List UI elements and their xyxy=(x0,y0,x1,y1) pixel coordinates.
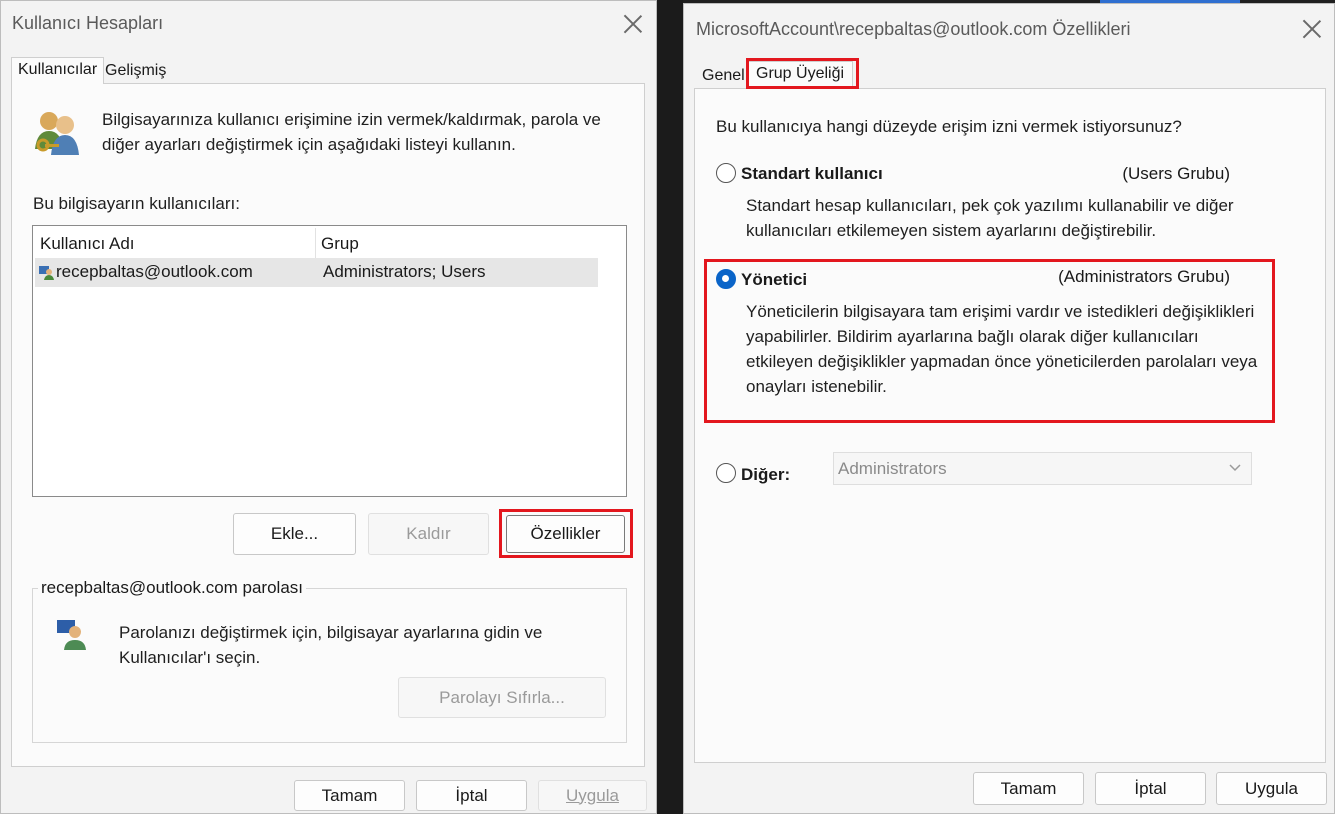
standard-user-radio[interactable] xyxy=(716,163,736,183)
cancel-button[interactable]: İptal xyxy=(1095,772,1206,805)
standard-user-group: (Users Grubu) xyxy=(1122,164,1230,183)
add-button[interactable]: Ekle... xyxy=(233,513,356,555)
administrator-highlight-box xyxy=(704,259,1275,423)
other-group-value: Administrators xyxy=(838,459,947,478)
account-properties-dialog: MicrosoftAccount\recepbaltas@outlook.com… xyxy=(683,3,1335,814)
chevron-down-icon xyxy=(1228,460,1242,474)
dialog-title: Kullanıcı Hesapları xyxy=(12,13,164,33)
reset-password-button[interactable]: Parolayı Sıfırla... xyxy=(398,677,606,718)
other-radio[interactable] xyxy=(716,463,736,483)
tab-general[interactable]: Genel xyxy=(702,67,745,85)
other-group-select[interactable]: Administrators xyxy=(833,452,1252,485)
remove-button[interactable]: Kaldır xyxy=(368,513,489,555)
ok-button[interactable]: Tamam xyxy=(294,780,405,811)
ok-button[interactable]: Tamam xyxy=(973,772,1084,805)
dialog-title: MicrosoftAccount\recepbaltas@outlook.com… xyxy=(696,19,1131,39)
users-label: Bu bilgisayarın kullanıcıları: xyxy=(33,194,240,213)
cancel-button[interactable]: İptal xyxy=(416,780,527,811)
other-label[interactable]: Diğer: xyxy=(741,465,790,485)
column-header-group[interactable]: Grup xyxy=(321,234,359,254)
standard-user-label[interactable]: Standart kullanıcı xyxy=(741,164,883,184)
tab-advanced[interactable]: Gelişmiş xyxy=(105,62,166,80)
column-header-username[interactable]: Kullanıcı Adı xyxy=(40,234,135,254)
standard-user-description: Standart hesap kullanıcıları, pek çok ya… xyxy=(746,196,1234,240)
user-key-icon xyxy=(55,618,87,650)
close-icon[interactable] xyxy=(622,13,644,35)
row-username: recepbaltas@outlook.com xyxy=(56,262,253,281)
column-divider xyxy=(315,228,316,258)
tab-users[interactable]: Kullanıcılar xyxy=(11,57,105,84)
properties-highlight-box xyxy=(499,509,633,558)
window-gap xyxy=(657,0,683,814)
apply-button[interactable]: Uygula xyxy=(538,780,647,811)
users-icon xyxy=(31,105,83,157)
group-membership-highlight-box xyxy=(746,58,859,89)
users-table: Kullanıcı Adı Grup recepbaltas@outlook.c… xyxy=(32,225,627,497)
password-group-title: recepbaltas@outlook.com parolası xyxy=(38,578,307,598)
intro-text: Bilgisayarınıza kullanıcı erişimine izin… xyxy=(102,110,601,154)
table-row[interactable]: recepbaltas@outlook.com Administrators; … xyxy=(35,258,598,287)
password-text: Parolanızı değiştirmek için, bilgisayar … xyxy=(119,623,543,667)
row-group: Administrators; Users xyxy=(323,262,486,281)
apply-button[interactable]: Uygula xyxy=(1216,772,1327,805)
user-account-icon xyxy=(38,264,54,280)
access-level-question: Bu kullanıcıya hangi düzeyde erişim izni… xyxy=(716,117,1182,136)
close-icon[interactable] xyxy=(1301,18,1323,40)
tab-panel xyxy=(694,88,1326,763)
user-accounts-dialog: Kullanıcı Hesapları Kullanıcılar Gelişmi… xyxy=(0,0,657,814)
